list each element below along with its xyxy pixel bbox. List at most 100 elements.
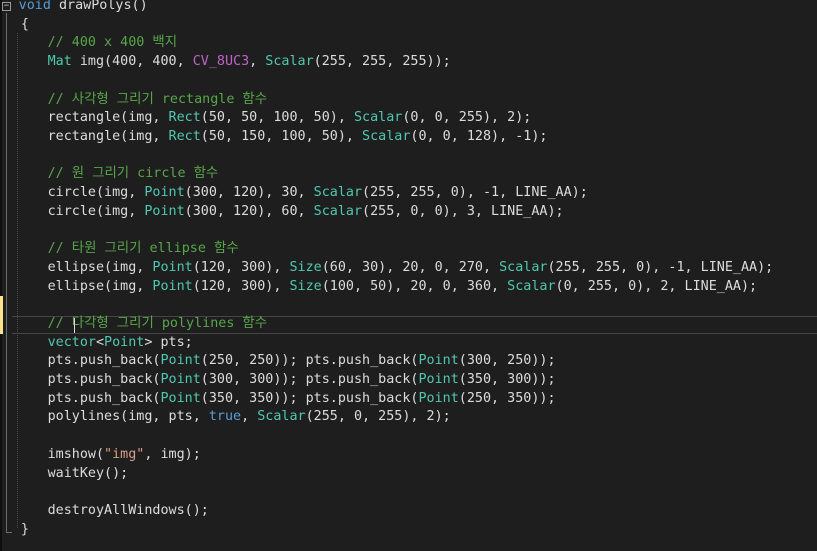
code-token: Point [418,353,459,369]
code-token: < [95,334,105,350]
code-token: (255, 255, 255)); [313,54,451,70]
code-token: // 원 그리기 circle 함수 [47,166,219,182]
code-line[interactable]: // 400 x 400 백지 [48,34,177,53]
code-token: pts.push_back( [47,390,161,406]
code-token: (50, 150, 100, 50), [200,128,363,144]
code-token: (255, 255, 0), -1, LINE_AA); [362,185,588,200]
code-token: Size [289,259,322,275]
code-token: Size [289,278,322,294]
code-token: destroyAllWindows(); [47,502,209,518]
code-token: true [208,409,242,425]
code-token: Scalar [313,203,363,219]
code-token: CV_8UC3 [192,54,250,70]
code-editor[interactable]: − void drawPolys(){// 400 x 400 백지 Mat im… [0,0,817,551]
code-token: rectangle(img, [47,110,169,126]
code-token: img(400, 400, [71,54,193,70]
code-token: Point [160,372,201,387]
code-token: Scalar [507,278,556,294]
code-line[interactable]: circle(img, Point(300, 120), 60, Scalar(… [48,203,564,222]
code-token: (250, 250)); pts.push_back( [200,353,419,369]
code-token: "img" [104,446,145,462]
fold-range-end [6,532,12,533]
code-token: , img); [144,446,201,462]
code-line[interactable]: pts.push_back(Point(300, 300)); pts.push… [48,371,556,390]
code-token: Rect [168,128,201,144]
code-token: , [241,409,258,425]
code-line[interactable]: destroyAllWindows(); [48,502,209,521]
text-cursor [74,318,75,333]
code-line[interactable]: polylines(img, pts, true, Scalar(255, 0,… [48,408,451,427]
code-token: (50, 50, 100, 50), [200,110,354,126]
collapse-icon[interactable]: − [2,2,11,11]
fold-range-line [6,13,7,533]
code-token: } [20,521,29,537]
code-token: Scalar [362,128,411,144]
code-line[interactable]: waitKey(); [48,465,129,484]
code-line[interactable]: rectangle(img, Rect(50, 150, 100, 50), S… [48,128,548,147]
code-token: // 400 x 400 백지 [47,35,178,51]
code-token: Scalar [257,409,306,425]
code-line[interactable]: imshow("img", img); [48,446,201,465]
code-token: ellipse(img, [47,278,153,294]
code-token: (0, 255, 0), 2, LINE_AA); [555,278,758,294]
code-token: (300, 300)); pts.push_back( [200,372,419,387]
code-line[interactable]: { [21,16,29,35]
code-token: rectangle(img, [47,128,169,144]
code-token: Scalar [353,110,403,126]
code-token: Point [160,390,201,406]
code-token: ellipse(img, [47,259,153,275]
code-token: imshow( [47,446,105,462]
code-token: drawPolys() [50,0,148,13]
code-token: (300, 120), 30, [184,185,314,200]
code-token: Point [418,372,459,387]
editor-margin [0,0,2,551]
code-token: Point [144,185,185,200]
code-line[interactable]: // 다각형 그리기 polylines 함수 [48,315,267,334]
code-token: Point [144,203,185,219]
code-token: Rect [168,110,201,126]
code-line[interactable]: rectangle(img, Rect(50, 50, 100, 50), Sc… [48,109,532,128]
code-token: (0, 0, 255), 2); [402,110,532,126]
code-token: Point [418,390,459,406]
code-line[interactable]: circle(img, Point(300, 120), 30, Scalar(… [48,184,588,203]
code-token: (100, 50), 20, 0, 360, [321,278,508,294]
code-token: circle(img, [47,185,145,200]
code-token: > pts; [144,334,193,350]
code-token: Point [152,259,193,275]
indent-guide [17,33,18,528]
code-line[interactable]: ellipse(img, Point(120, 300), Size(100, … [48,278,757,297]
code-token: (120, 300), [192,259,290,275]
code-line[interactable]: // 타원 그리기 ellipse 함수 [48,240,239,259]
code-token: void [18,0,51,13]
code-token: vector [47,334,96,350]
code-token: circle(img, [47,203,145,219]
code-line[interactable]: pts.push_back(Point(350, 350)); pts.push… [48,390,556,409]
code-token: pts.push_back( [47,372,161,387]
code-token: (255, 255, 0), -1, LINE_AA); [547,259,774,275]
code-token: { [20,16,29,32]
code-token: // 타원 그리기 ellipse 함수 [47,241,239,257]
code-line[interactable]: vector<Point> pts; [48,334,193,353]
code-token: Scalar [313,185,363,200]
code-line[interactable]: pts.push_back(Point(250, 250)); pts.push… [48,352,556,371]
code-token: waitKey(); [47,465,129,481]
code-token: (0, 0, 128), -1); [410,128,548,144]
code-token: (300, 250)); [458,353,556,369]
code-token: Scalar [265,54,314,70]
code-line[interactable]: Mat img(400, 400, CV_8UC3, Scalar(255, 2… [48,53,451,72]
code-line[interactable]: // 사각형 그리기 rectangle 함수 [48,91,267,110]
code-token: (250, 350)); [458,390,556,406]
code-token: Mat [47,54,72,70]
code-line[interactable]: void drawPolys() [19,0,148,16]
code-token: // 다각형 그리기 polylines 함수 [47,315,268,331]
code-token: (255, 0, 0), 3, LINE_AA); [362,203,564,219]
code-line[interactable]: } [21,521,29,540]
code-line[interactable]: // 원 그리기 circle 함수 [48,165,219,184]
code-token: (60, 30), 20, 0, 270, [321,259,500,275]
changed-line-marker [0,296,3,334]
code-token: Point [104,334,145,350]
code-line[interactable]: ellipse(img, Point(120, 300), Size(60, 3… [48,259,774,278]
code-token: polylines(img, pts, [47,409,209,425]
code-token: Point [152,278,193,294]
code-token: (350, 350)); pts.push_back( [200,390,419,406]
